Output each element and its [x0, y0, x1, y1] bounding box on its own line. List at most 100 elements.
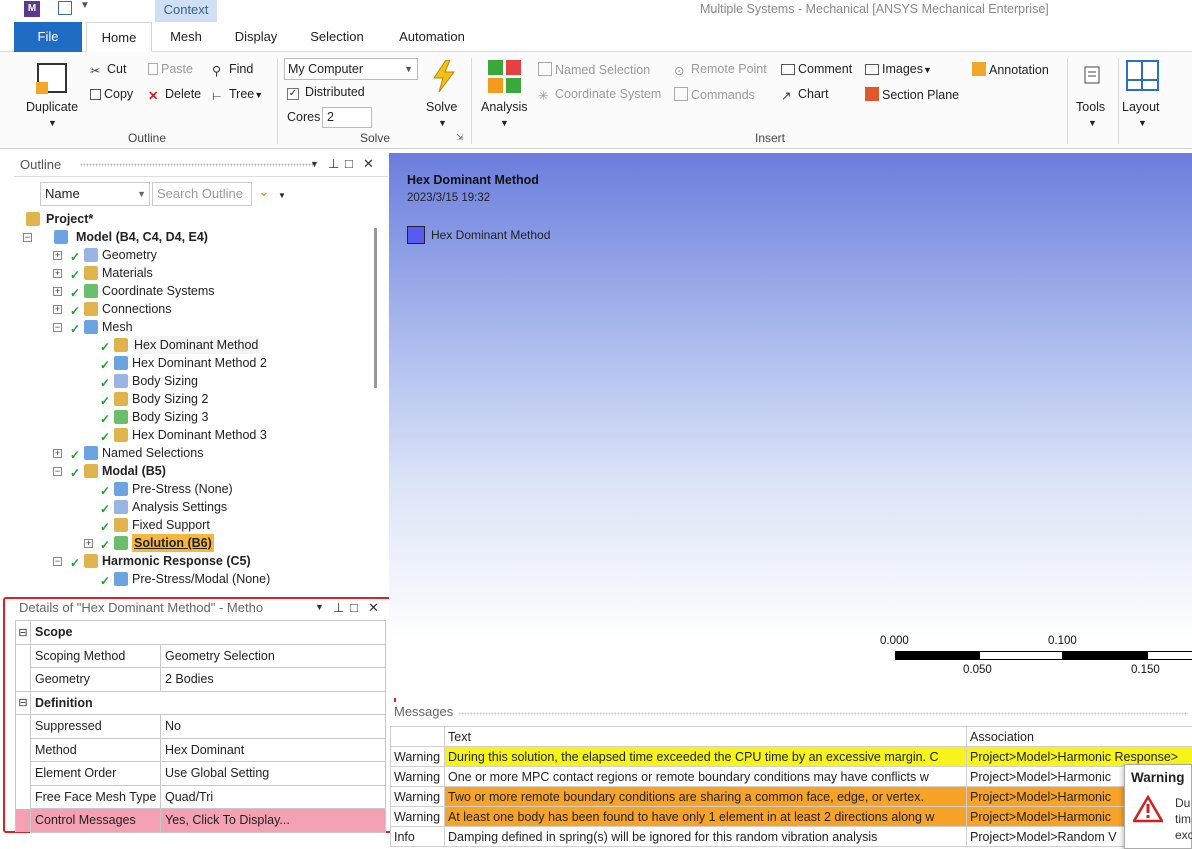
tools-dropdown-icon[interactable]: ▼	[1088, 118, 1097, 128]
search-outline-input[interactable]: Search Outline	[152, 182, 252, 206]
cut-button[interactable]: ✂ Cut	[90, 62, 126, 78]
tree-item[interactable]: + ✓ Named Selections	[14, 444, 374, 462]
collapse-icon[interactable]: −	[53, 467, 62, 476]
duplicate-dropdown-icon[interactable]: ▼	[48, 118, 57, 128]
maximize-icon[interactable]: □	[350, 600, 358, 615]
solve-dropdown-icon[interactable]: ▼	[438, 118, 447, 128]
tree-item[interactable]: − ✓ Modal (B5)	[14, 462, 374, 480]
copy-button[interactable]: Copy	[90, 87, 133, 101]
details-property-row[interactable]: Free Face Mesh Type Quad/Tri	[15, 784, 386, 809]
tools-button[interactable]: Tools ▼	[1074, 58, 1114, 128]
message-row[interactable]: Warning One or more MPC contact regions o…	[390, 766, 1192, 787]
tab-automation[interactable]: Automation	[388, 22, 476, 52]
collapse-icon[interactable]: −	[53, 323, 62, 332]
expand-icon[interactable]: +	[53, 287, 62, 296]
tab-mesh[interactable]: Mesh	[158, 22, 214, 52]
tree-item[interactable]: + ✓ Geometry	[14, 246, 374, 264]
tree-item[interactable]: ✓ Fixed Support	[14, 516, 374, 534]
details-group-row[interactable]: ⊟ Definition	[15, 690, 386, 715]
section-plane-button[interactable]: Section Plane	[865, 87, 959, 102]
comment-button[interactable]: Comment	[781, 62, 852, 76]
quick-access-dropdown-icon[interactable]: ▼	[80, 0, 90, 11]
collapse-icon[interactable]: ⊟	[15, 620, 31, 645]
tree-item[interactable]: ✓ Hex Dominant Method 2	[14, 354, 374, 372]
chart-button[interactable]: ↗ Chart	[781, 87, 829, 103]
cores-input[interactable]: 2	[322, 107, 372, 128]
drag-grip[interactable]	[458, 712, 1188, 716]
outline-scrollbar[interactable]	[374, 228, 377, 388]
tree-item[interactable]: − ✓ Harmonic Response (C5)	[14, 552, 374, 570]
tree-item[interactable]: − Model (B4, C4, D4, E4)	[14, 228, 374, 246]
details-property-row[interactable]: Method Hex Dominant	[15, 737, 386, 762]
column-header[interactable]: Text	[444, 726, 967, 747]
tree-button[interactable]: ⊢ Tree▼	[212, 87, 263, 104]
details-property-row[interactable]: Suppressed No	[15, 714, 386, 739]
graphics-viewport[interactable]: Hex Dominant Method 2023/3/15 19:32 Hex …	[389, 153, 1192, 698]
tree-item[interactable]: ✓ Hex Dominant Method 3	[14, 426, 374, 444]
expand-icon[interactable]: +	[53, 251, 62, 260]
tree-item[interactable]: ✓ Hex Dominant Method	[14, 336, 374, 354]
message-row[interactable]: Warning During this solution, the elapsed…	[390, 746, 1192, 767]
tree-item[interactable]: Project*	[14, 210, 374, 228]
solve-button[interactable]: Solve ▼	[424, 58, 464, 128]
computer-select[interactable]: My Computer ▼	[284, 58, 418, 80]
tree-item[interactable]: + ✓ Solution (B6)	[14, 534, 374, 552]
expand-icon[interactable]: +	[53, 269, 62, 278]
tree-item[interactable]: ✓ Analysis Settings	[14, 498, 374, 516]
details-property-row[interactable]: Control Messages Yes, Click To Display...	[15, 808, 386, 833]
close-icon[interactable]: ✕	[368, 600, 379, 616]
maximize-icon[interactable]: □	[345, 156, 353, 171]
layout-dropdown-icon[interactable]: ▼	[1138, 118, 1147, 128]
drag-grip[interactable]	[80, 163, 314, 167]
analysis-button[interactable]: Analysis ▼	[478, 58, 532, 128]
warning-popup[interactable]: Warning Du tim exc	[1124, 764, 1192, 849]
pin-icon[interactable]: ⊥	[333, 600, 344, 616]
tree-item[interactable]: + ✓ Connections	[14, 300, 374, 318]
message-row[interactable]: Warning At least one body has been found …	[390, 806, 1192, 827]
tab-display[interactable]: Display	[222, 22, 290, 52]
message-row[interactable]: Warning Two or more remote boundary condi…	[390, 786, 1192, 807]
coordinate-system-button[interactable]: ✳ Coordinate System	[538, 87, 661, 103]
remote-point-button[interactable]: ⊙ Remote Point	[674, 62, 767, 78]
named-selection-button[interactable]: Named Selection	[538, 62, 650, 77]
name-filter-select[interactable]: Name ▼	[40, 182, 150, 206]
message-row[interactable]: Info Damping defined in spring(s) will be…	[390, 826, 1192, 847]
tree-item[interactable]: ✓ Body Sizing 2	[14, 390, 374, 408]
tree-item[interactable]: ✓ Pre-Stress/Modal (None)	[14, 570, 374, 588]
duplicate-button[interactable]: Duplicate ▼	[24, 58, 84, 128]
save-icon[interactable]	[58, 1, 72, 15]
details-group-row[interactable]: ⊟ Scope	[15, 620, 386, 645]
tree-item[interactable]: ✓ Body Sizing	[14, 372, 374, 390]
property-value[interactable]: Yes, Click To Display...	[160, 808, 386, 833]
tab-file[interactable]: File	[14, 22, 82, 52]
tab-selection[interactable]: Selection	[300, 22, 374, 52]
pane-menu-icon[interactable]: ▼	[315, 602, 324, 612]
tree-item[interactable]: − ✓ Mesh	[14, 318, 374, 336]
expand-icon[interactable]: +	[53, 449, 62, 458]
details-property-row[interactable]: Geometry 2 Bodies	[15, 667, 386, 692]
tree-item[interactable]: ✓ Body Sizing 3	[14, 408, 374, 426]
property-value[interactable]: Quad/Tri	[160, 784, 386, 809]
find-button[interactable]: ⚲ Find	[212, 62, 253, 78]
tree-item[interactable]: ✓ Pre-Stress (None)	[14, 480, 374, 498]
analysis-dropdown-icon[interactable]: ▼	[500, 118, 509, 128]
details-property-row[interactable]: Scoping Method Geometry Selection	[15, 643, 386, 668]
expand-icon[interactable]: +	[84, 539, 93, 548]
property-value[interactable]: Use Global Setting	[160, 761, 386, 786]
details-property-row[interactable]: Element Order Use Global Setting	[15, 761, 386, 786]
collapse-icon[interactable]: −	[53, 557, 62, 566]
tab-home[interactable]: Home	[86, 22, 152, 52]
expand-icon[interactable]: +	[53, 305, 62, 314]
filter-chevron-icon[interactable]: ⌄	[258, 183, 270, 200]
column-header[interactable]	[390, 726, 445, 747]
layout-button[interactable]: Layout ▼	[1120, 58, 1166, 128]
commands-button[interactable]: Commands	[674, 87, 755, 102]
tree-item[interactable]: + ✓ Materials	[14, 264, 374, 282]
images-button[interactable]: Images▼	[865, 62, 932, 76]
pin-icon[interactable]: ⊥	[328, 156, 339, 172]
pane-menu-icon[interactable]: ▼	[310, 159, 319, 169]
solve-dialog-launcher-icon[interactable]: ⇲	[456, 132, 464, 143]
filter-dropdown-icon[interactable]: ▼	[278, 191, 286, 200]
tree-item[interactable]: + ✓ Coordinate Systems	[14, 282, 374, 300]
column-header[interactable]: Association	[966, 726, 1192, 747]
